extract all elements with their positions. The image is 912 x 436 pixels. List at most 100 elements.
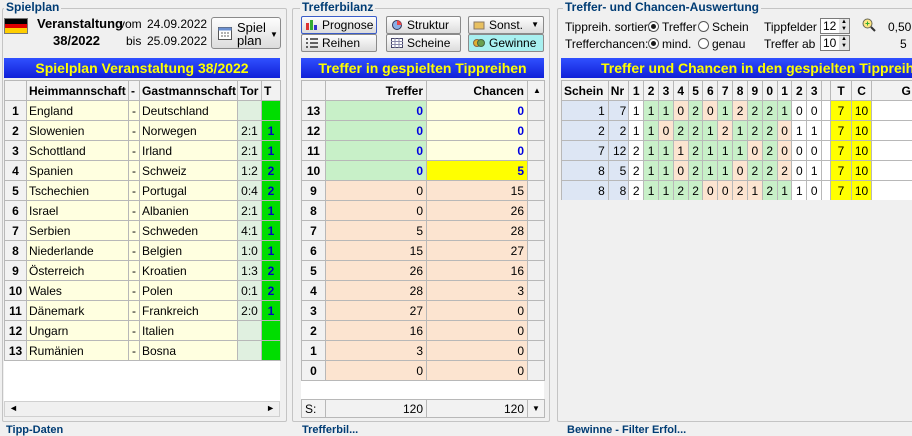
table-row[interactable]: 61527 xyxy=(302,241,545,261)
scrollbar-track[interactable] xyxy=(528,141,545,161)
table-row[interactable]: 5Tschechien-Portugal0:42 xyxy=(5,181,281,201)
table-row[interactable]: 1200 xyxy=(302,121,545,141)
gast-team[interactable]: Kroatien xyxy=(140,261,238,281)
heim-team[interactable]: Tschechien xyxy=(27,181,129,201)
heim-team[interactable]: Slowenien xyxy=(27,121,129,141)
col-game[interactable]: 3 xyxy=(659,81,674,101)
gast-team[interactable]: Italien xyxy=(140,321,238,341)
scrollbar-track[interactable] xyxy=(528,181,545,201)
col-chancen[interactable]: Chancen xyxy=(427,81,528,101)
scrollbar-track[interactable] xyxy=(528,101,545,121)
col-treffer[interactable]: Treffer xyxy=(326,81,427,101)
col-game[interactable]: 3 xyxy=(807,81,822,101)
tor-score[interactable] xyxy=(238,101,262,121)
tipp-result[interactable] xyxy=(262,101,281,121)
col-game[interactable]: 2 xyxy=(644,81,659,101)
heim-team[interactable]: Rumänien xyxy=(27,341,129,361)
scrollbar-track[interactable] xyxy=(528,301,545,321)
table-row[interactable]: 000 xyxy=(302,361,545,381)
table-row[interactable]: 8026 xyxy=(302,201,545,221)
stepper-arrows-icon[interactable]: ▲▼ xyxy=(839,36,849,50)
radio-selected-icon[interactable] xyxy=(648,38,659,49)
tipp-result[interactable] xyxy=(262,321,281,341)
table-row[interactable]: 2160 xyxy=(302,321,545,341)
scrollbar-track[interactable] xyxy=(528,121,545,141)
table-row[interactable]: 130 xyxy=(302,341,545,361)
col-game[interactable]: 9 xyxy=(747,81,762,101)
scrollbar-track[interactable] xyxy=(528,321,545,341)
table-row[interactable]: 7122111211102000710 xyxy=(562,141,912,161)
gast-team[interactable]: Bosna xyxy=(140,341,238,361)
table-row[interactable]: 52616 xyxy=(302,261,545,281)
col-tor[interactable]: Tor xyxy=(238,81,262,101)
table-row[interactable]: 7Serbien-Schweden4:11 xyxy=(5,221,281,241)
col-game[interactable]: 0 xyxy=(762,81,777,101)
tor-score[interactable]: 4:1 xyxy=(238,221,262,241)
table-row[interactable]: 10Wales-Polen0:12 xyxy=(5,281,281,301)
table-row[interactable]: 8Niederlande-Belgien1:01 xyxy=(5,241,281,261)
scrollbar-track[interactable] xyxy=(528,241,545,261)
tor-score[interactable]: 2:0 xyxy=(238,301,262,321)
scroll-up-icon[interactable]: ▲ xyxy=(528,81,545,101)
gast-team[interactable]: Irland xyxy=(140,141,238,161)
tippfelder-stepper[interactable]: 12▲▼ xyxy=(820,18,850,34)
tipp-result[interactable]: 2 xyxy=(262,281,281,301)
tor-score[interactable]: 0:4 xyxy=(238,181,262,201)
radio-icon[interactable] xyxy=(698,38,709,49)
tipp-result[interactable]: 1 xyxy=(262,221,281,241)
heim-team[interactable]: Niederlande xyxy=(27,241,129,261)
col-heimmannschaft[interactable]: Heimmannschaft xyxy=(27,81,129,101)
table-row[interactable]: 882112200212110710 xyxy=(562,181,912,201)
scrollbar-track[interactable] xyxy=(528,281,545,301)
heim-team[interactable]: Ungarn xyxy=(27,321,129,341)
reihen-button[interactable]: Reihen xyxy=(301,34,377,52)
col-g[interactable]: G xyxy=(872,81,912,101)
table-row[interactable]: 3Schottland-Irland2:11 xyxy=(5,141,281,161)
gast-team[interactable]: Polen xyxy=(140,281,238,301)
radio-selected-icon[interactable] xyxy=(648,21,659,32)
heim-team[interactable]: Österreich xyxy=(27,261,129,281)
col-c[interactable]: C xyxy=(851,81,872,101)
col-nr[interactable]: Nr xyxy=(608,81,629,101)
table-row[interactable]: 3270 xyxy=(302,301,545,321)
col-game[interactable]: 2 xyxy=(792,81,807,101)
scrollbar-track[interactable] xyxy=(528,221,545,241)
table-row[interactable]: 2Slowenien-Norwegen2:11 xyxy=(5,121,281,141)
tor-score[interactable]: 1:0 xyxy=(238,241,262,261)
scroll-right-icon[interactable]: ► xyxy=(266,403,275,413)
tor-score[interactable]: 2:1 xyxy=(238,141,262,161)
col-game[interactable]: 1 xyxy=(777,81,792,101)
tipp-result[interactable]: 1 xyxy=(262,301,281,321)
spielplan-hscrollbar[interactable]: ◄ ► xyxy=(4,401,280,417)
prognose-button[interactable]: Prognose xyxy=(301,16,377,34)
scheine-button[interactable]: Scheine xyxy=(386,34,461,52)
gast-team[interactable]: Frankreich xyxy=(140,301,238,321)
tor-score[interactable] xyxy=(238,341,262,361)
treffer-ab-stepper[interactable]: 10▲▼ xyxy=(820,35,850,51)
col-t[interactable]: T xyxy=(831,81,852,101)
table-row[interactable]: 1005 xyxy=(302,161,545,181)
tipp-result[interactable]: 1 xyxy=(262,121,281,141)
tor-score[interactable]: 0:1 xyxy=(238,281,262,301)
gast-team[interactable]: Schweiz xyxy=(140,161,238,181)
tor-score[interactable] xyxy=(238,321,262,341)
table-row[interactable]: 11Dänemark-Frankreich2:01 xyxy=(5,301,281,321)
table-row[interactable]: 12Ungarn-Italien xyxy=(5,321,281,341)
table-row[interactable]: 13Rumänien-Bosna xyxy=(5,341,281,361)
scrollbar-track[interactable] xyxy=(528,261,545,281)
table-row[interactable]: 852110211022201710 xyxy=(562,161,912,181)
col-game[interactable]: 8 xyxy=(733,81,748,101)
gast-team[interactable]: Albanien xyxy=(140,201,238,221)
heim-team[interactable]: Dänemark xyxy=(27,301,129,321)
sonst-button[interactable]: Sonst. ▼ xyxy=(468,16,544,34)
gast-team[interactable]: Portugal xyxy=(140,181,238,201)
col-gastmannschaft[interactable]: Gastmannschaft xyxy=(140,81,238,101)
col-schein[interactable]: Schein xyxy=(562,81,609,101)
heim-team[interactable]: England xyxy=(27,101,129,121)
gast-team[interactable]: Belgien xyxy=(140,241,238,261)
heim-team[interactable]: Serbien xyxy=(27,221,129,241)
gewinne-button[interactable]: Gewinne xyxy=(468,34,544,52)
sort-option-treffer[interactable]: Treffer xyxy=(648,20,697,34)
heim-team[interactable]: Schottland xyxy=(27,141,129,161)
table-row[interactable]: 9Österreich-Kroatien1:32 xyxy=(5,261,281,281)
